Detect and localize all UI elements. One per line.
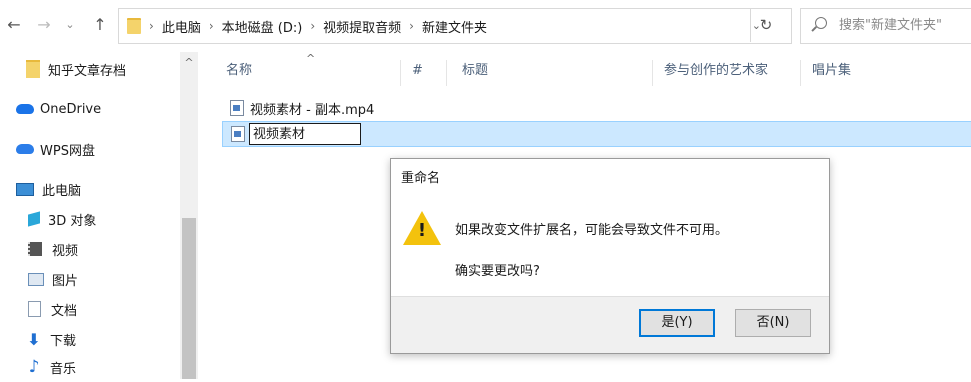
column-header-number[interactable]: # <box>412 52 423 92</box>
picture-icon <box>28 272 44 286</box>
navigation-pane: 知乎文章存档 OneDrive WPS网盘 此电脑 3D 对象 视频 图片 文档… <box>0 50 200 379</box>
refresh-icon[interactable]: ↻ <box>750 8 781 42</box>
rename-dialog: 重命名 ! 如果改变文件扩展名，可能会导致文件不可用。 确实要更改吗? 是(Y)… <box>390 158 830 354</box>
breadcrumb-item[interactable]: 视频提取音频 <box>323 17 401 36</box>
column-header-name[interactable]: 名称 <box>226 52 252 92</box>
sidebar-item-documents[interactable]: 文档 <box>28 294 77 324</box>
download-icon: ⬇ <box>27 329 41 349</box>
rename-input[interactable]: 视频素材 <box>249 123 361 145</box>
sidebar-item-label: 3D 对象 <box>48 213 97 229</box>
sidebar-item-pictures[interactable]: 图片 <box>28 264 78 294</box>
cloud-icon <box>16 144 34 154</box>
cube-icon <box>28 211 40 227</box>
search-placeholder: 搜索"新建文件夹" <box>839 18 942 33</box>
music-icon: ♪ <box>28 357 40 377</box>
column-header-title[interactable]: 标题 <box>462 52 488 92</box>
sidebar-item-zhihu-archive[interactable]: 知乎文章存档 <box>26 54 126 84</box>
yes-button[interactable]: 是(Y) <box>639 309 715 337</box>
chevron-right-icon[interactable]: › <box>209 19 214 33</box>
sidebar-item-downloads[interactable]: ⬇ 下载 <box>26 324 76 354</box>
dialog-button-bar: 是(Y) 否(N) <box>391 296 829 353</box>
cloud-icon <box>16 104 34 114</box>
breadcrumb: › 此电脑 › 本地磁盘 (D:) › 视频提取音频 › 新建文件夹 <box>127 9 487 43</box>
sidebar-item-videos[interactable]: 视频 <box>28 234 78 264</box>
breadcrumb-item[interactable]: 新建文件夹 <box>422 17 487 36</box>
sidebar-item-label: WPS网盘 <box>40 143 95 159</box>
scrollbar-thumb[interactable] <box>182 218 196 379</box>
back-arrow-icon[interactable]: ← <box>4 14 24 36</box>
recent-locations-chevron-icon[interactable]: ⌄ <box>60 14 80 36</box>
chevron-right-icon[interactable]: › <box>149 19 154 33</box>
sort-ascending-icon: ^ <box>306 52 316 65</box>
video-file-icon <box>230 100 244 116</box>
column-divider[interactable] <box>800 60 801 86</box>
chevron-right-icon[interactable]: › <box>310 19 315 33</box>
file-row-selected[interactable]: 视频素材 <box>222 121 971 147</box>
address-toolbar: ← → ⌄ ↑ › 此电脑 › 本地磁盘 (D:) › 视频提取音频 › 新建文… <box>0 0 971 50</box>
column-headers: 名称 # 标题 参与创作的艺术家 唱片集 <box>200 52 971 92</box>
column-header-album[interactable]: 唱片集 <box>812 52 851 92</box>
dialog-question: 确实要更改吗? <box>455 264 540 279</box>
breadcrumb-item[interactable]: 本地磁盘 (D:) <box>222 17 303 36</box>
warning-exclamation-icon: ! <box>417 220 427 241</box>
computer-icon <box>16 182 34 196</box>
sidebar-item-music[interactable]: ♪ 音乐 <box>26 352 76 382</box>
sidebar-item-label: 下载 <box>50 333 77 349</box>
search-input[interactable]: 搜索"新建文件夹" <box>800 8 971 44</box>
no-button[interactable]: 否(N) <box>735 309 811 337</box>
document-icon <box>28 301 41 317</box>
sidebar-item-wps-drive[interactable]: WPS网盘 <box>16 134 95 164</box>
sidebar-item-label: 知乎文章存档 <box>48 63 127 79</box>
chevron-right-icon[interactable]: › <box>409 19 414 33</box>
column-divider[interactable] <box>446 60 447 86</box>
video-icon <box>28 242 42 256</box>
file-row[interactable]: 视频素材 - 副本.mp4 <box>222 96 971 120</box>
file-name: 视频素材 - 副本.mp4 <box>250 102 375 118</box>
folder-icon <box>26 60 40 78</box>
address-bar[interactable]: › 此电脑 › 本地磁盘 (D:) › 视频提取音频 › 新建文件夹 ⌄ <box>118 8 792 44</box>
sidebar-item-label: 视频 <box>52 243 79 259</box>
up-arrow-icon[interactable]: ↑ <box>90 14 110 36</box>
dialog-title: 重命名 <box>401 171 441 186</box>
sidebar-item-onedrive[interactable]: OneDrive <box>16 94 101 124</box>
column-divider[interactable] <box>652 60 653 86</box>
sidebar-item-label: 图片 <box>52 273 79 289</box>
sidebar-item-3d-objects[interactable]: 3D 对象 <box>28 204 96 234</box>
sidebar-item-label: OneDrive <box>40 101 102 117</box>
column-header-artists[interactable]: 参与创作的艺术家 <box>664 52 768 92</box>
sidebar-item-label: 此电脑 <box>42 183 82 199</box>
breadcrumb-item[interactable]: 此电脑 <box>162 17 201 36</box>
scroll-up-icon[interactable]: ^ <box>180 56 198 69</box>
search-icon <box>815 17 827 29</box>
dialog-message: 如果改变文件扩展名，可能会导致文件不可用。 <box>455 223 729 238</box>
forward-arrow-icon[interactable]: → <box>34 14 54 36</box>
sidebar-item-label: 文档 <box>51 303 78 319</box>
sidebar-item-this-pc[interactable]: 此电脑 <box>16 174 81 204</box>
sidebar-item-label: 音乐 <box>50 361 77 377</box>
column-divider[interactable] <box>400 60 401 86</box>
video-file-icon <box>231 126 245 142</box>
folder-icon <box>127 18 141 34</box>
